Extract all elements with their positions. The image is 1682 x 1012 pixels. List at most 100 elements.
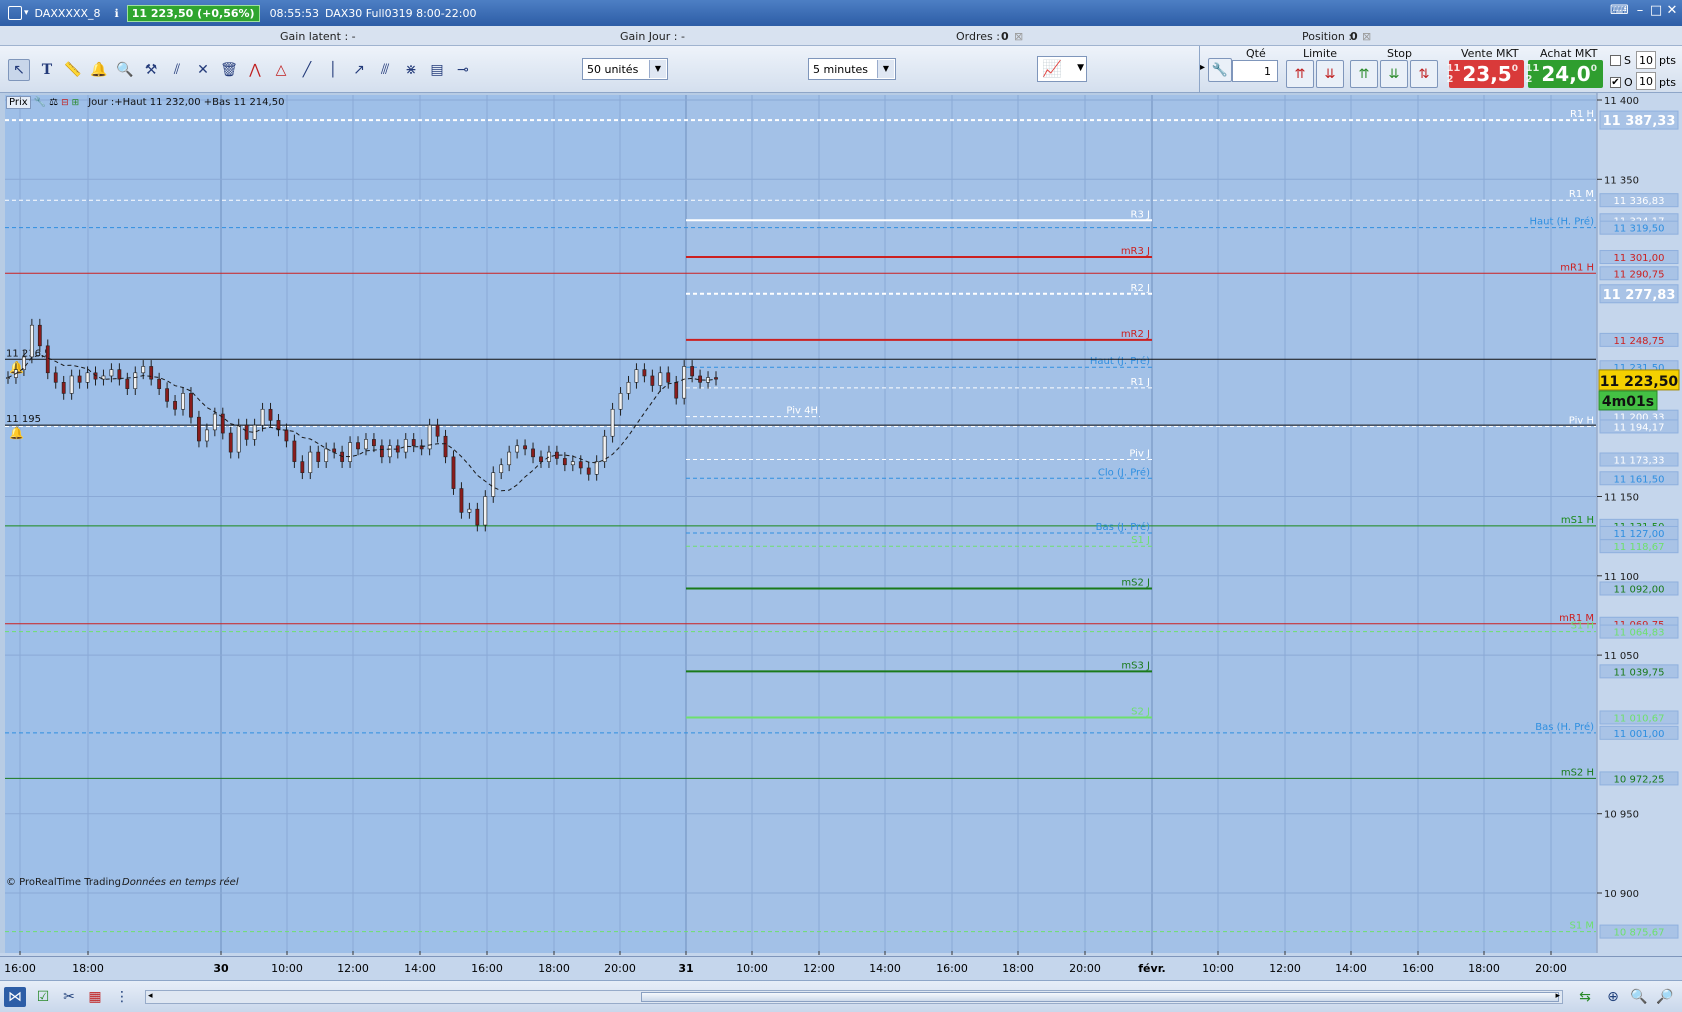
info-icon[interactable]: ℹ <box>115 7 119 20</box>
chevron-down-icon[interactable]: ▼ <box>1077 63 1084 73</box>
objective-checkbox-label: O <box>1624 76 1633 89</box>
sell-stop-icon[interactable]: ⇊ <box>1380 60 1408 88</box>
indicator-icon[interactable]: ▦ <box>84 987 106 1007</box>
collapse-arrow-icon[interactable]: ▸ <box>1200 62 1205 73</box>
settings-wrench-icon[interactable]: 🔧 <box>1208 58 1232 82</box>
candle-body <box>714 377 718 380</box>
candle-body <box>586 467 591 475</box>
cross-lines-icon[interactable]: ✕ <box>192 59 214 81</box>
chart-style-button[interactable]: 📈 ▼ <box>1037 56 1087 82</box>
candle-body <box>324 448 329 462</box>
ordres-value: 0 <box>1001 30 1009 43</box>
scissors-icon[interactable]: ✂ <box>58 987 80 1007</box>
buy-limit-icon[interactable]: ⇈ <box>1286 60 1314 88</box>
chevron-down-icon[interactable]: ▼ <box>649 60 666 78</box>
add-indicator-icon[interactable]: ⊞ <box>72 98 80 108</box>
gain-jour: Gain Jour : - <box>620 30 685 43</box>
alert-bell-icon[interactable]: 🔔 <box>88 59 110 81</box>
price-tag: 11 301,00 <box>1614 253 1665 264</box>
zoom-tool-icon[interactable]: 🔍 <box>114 59 136 81</box>
ordres-close-icon[interactable]: ⊠ <box>1014 30 1023 43</box>
zoom-fit-icon[interactable]: ⊕ <box>1602 987 1624 1007</box>
price-line-label: R1 J <box>1131 377 1150 388</box>
price-line-label: S1 J <box>1131 535 1150 546</box>
candle-body <box>554 451 559 459</box>
scroll-right-icon[interactable]: ▸ <box>1555 991 1560 1001</box>
price-tag: 11 127,00 <box>1614 529 1665 540</box>
close-icon[interactable]: ✕ <box>1664 4 1680 19</box>
buy-stop-icon[interactable]: ⇈ <box>1350 60 1378 88</box>
units-select[interactable]: 50 unités ▼ <box>582 58 668 80</box>
timeframe-select[interactable]: 5 minutes ▼ <box>808 58 896 80</box>
scale-icon[interactable]: ⚖ <box>49 97 58 108</box>
candle-body <box>459 488 464 513</box>
fibonacci-tool-icon[interactable]: ▤ <box>426 59 448 81</box>
fan-tool-icon[interactable]: ⋇ <box>400 59 422 81</box>
y-tick-label: 11 050 <box>1604 651 1639 662</box>
candle-body <box>69 375 74 394</box>
price-tag: 11 092,00 <box>1614 584 1665 595</box>
scroll-left-icon[interactable]: ◂ <box>148 991 153 1001</box>
checklist-icon[interactable]: ☑ <box>32 987 54 1007</box>
keyboard-icon[interactable]: ⌨ <box>1610 4 1629 19</box>
objective-points-input[interactable]: 10 <box>1636 72 1656 90</box>
chart-type-icon: 📈 <box>1042 59 1062 78</box>
alert-label: 11 236,5 <box>6 348 51 359</box>
candle-body <box>539 456 543 462</box>
buy-market-button[interactable]: 11 2 24,0 0 <box>1525 60 1603 88</box>
candle-body <box>491 472 496 497</box>
horizontal-line-icon[interactable]: ⊸ <box>452 59 474 81</box>
vertical-line-icon[interactable]: │ <box>322 59 344 81</box>
minimize-icon[interactable]: – <box>1632 4 1648 19</box>
objective-checkbox[interactable]: ✔ <box>1610 77 1621 88</box>
share-icon[interactable]: ⋈ <box>4 987 26 1007</box>
sell-price: 23,5 <box>1462 62 1512 86</box>
trendline-tool-icon[interactable]: ╱ <box>296 59 318 81</box>
buy-price-suffix: 0 <box>1590 64 1597 74</box>
maximize-icon[interactable]: □ <box>1648 4 1664 19</box>
candle-body <box>698 375 702 383</box>
pattern-tool-icon[interactable]: ⋀ <box>244 59 266 81</box>
ray-tool-icon[interactable]: ↗ <box>348 59 370 81</box>
trash-icon[interactable]: 🗑 <box>218 59 240 81</box>
price-chart[interactable]: R1 H R1 M R3 J Haut (H. Pré) mR3 J mR1 H R2 J m… <box>0 93 1682 956</box>
stop-checkbox[interactable] <box>1610 55 1621 66</box>
dropdown-arrow-icon[interactable]: ▾ <box>24 8 29 18</box>
stop-points-input[interactable]: 10 <box>1636 51 1656 69</box>
scrollbar-thumb[interactable] <box>641 992 1559 1002</box>
zoom-out-icon[interactable]: 🔍 <box>1628 987 1650 1007</box>
qty-input[interactable]: 1 <box>1232 60 1278 82</box>
stop-both-icon[interactable]: ⇅ <box>1410 60 1438 88</box>
x-tick-label: févr. <box>1138 962 1166 975</box>
remove-indicator-icon[interactable]: ⊟ <box>61 98 69 108</box>
pointer-tool-icon[interactable]: ↖ <box>8 59 30 81</box>
sell-market-button[interactable]: 11 2 23,5 0 <box>1446 60 1524 88</box>
text-tool-icon[interactable]: T <box>36 59 58 81</box>
candle-body <box>610 408 615 437</box>
position-close-icon[interactable]: ⊠ <box>1362 30 1371 43</box>
instrument-name[interactable]: DAXXXXX_8 <box>35 7 101 20</box>
wrench-icon[interactable]: 🔧 <box>34 97 46 108</box>
candle-body <box>578 461 583 469</box>
ruler-tool-icon[interactable]: 📏 <box>62 59 84 81</box>
x-tick-label: 12:00 <box>1269 962 1301 975</box>
drag-handle-icon[interactable]: ⋮ <box>114 987 130 1007</box>
auto-scroll-icon[interactable]: ⇆ <box>1574 987 1596 1007</box>
window-menu-icon[interactable] <box>8 6 22 20</box>
chevron-down-icon[interactable]: ▼ <box>877 60 894 78</box>
parallel-lines-icon[interactable]: ⫽ <box>166 59 188 81</box>
hammer-tool-icon[interactable]: ⚒ <box>140 59 162 81</box>
sell-limit-icon[interactable]: ⇊ <box>1316 60 1344 88</box>
price-tag: 11 010,67 <box>1614 713 1665 724</box>
price-line-label: Haut (J. Pré) <box>1090 355 1150 367</box>
channel-tool-icon[interactable]: ⫻ <box>374 59 396 81</box>
triangle-tool-icon[interactable]: △ <box>270 59 292 81</box>
horizontal-scrollbar[interactable]: ◂ ▸ <box>145 990 1563 1004</box>
zoom-in-icon[interactable]: 🔎 <box>1654 987 1676 1007</box>
candle-body <box>149 366 154 380</box>
x-tick-label: 14:00 <box>1335 962 1367 975</box>
candle-body <box>228 432 233 453</box>
candle-body <box>165 388 170 402</box>
candle-body <box>387 445 392 458</box>
prix-label[interactable]: Prix <box>6 96 31 109</box>
